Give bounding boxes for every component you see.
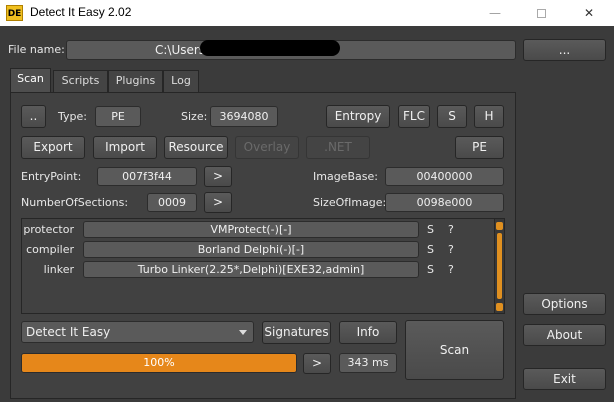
chevron-down-icon [239,330,247,335]
type-label: Type: [58,110,87,123]
result-signature-button[interactable]: S [427,263,434,276]
window-title: Detect It Easy 2.02 [30,5,132,19]
scan-button[interactable]: Scan [405,320,504,380]
browse-button[interactable]: ... [523,39,606,61]
maximize-icon[interactable] [518,0,564,26]
sections-label: NumberOfSections: [21,196,129,209]
resource-button[interactable]: Resource [164,136,228,159]
info-button[interactable]: Info [339,321,397,344]
tab-scan[interactable]: Scan [10,68,51,92]
options-button[interactable]: Options [523,293,606,315]
overlay-button[interactable]: Overlay [235,136,299,159]
pe-button[interactable]: PE [455,136,504,159]
result-info-button[interactable]: ? [448,263,454,276]
signatures-button[interactable]: Signatures [262,321,331,344]
tab-scripts[interactable]: Scripts [53,70,108,92]
title-bar: DE Detect It Easy 2.02 — ✕ [0,0,614,26]
scan-progress-bar: 100% [21,353,297,373]
imagebase-label: ImageBase: [313,170,378,183]
hex-button[interactable]: H [474,105,504,128]
entrypoint-field[interactable]: 007f3f44 [97,167,197,186]
app-logo-icon: DE [6,5,23,21]
result-type-linker: linker [43,263,74,276]
sizeofimage-label: SizeOfImage: [313,196,387,209]
result-signature-button[interactable]: S [427,243,434,256]
result-info-button[interactable]: ? [448,243,454,256]
strings-button[interactable]: S [437,105,467,128]
net-button[interactable]: .NET [306,136,370,159]
import-button[interactable]: Import [93,136,157,159]
next-button[interactable]: > [303,353,331,374]
parent-dir-button[interactable]: .. [21,105,46,128]
result-type-protector: protector [23,223,74,236]
size-label: Size: [181,110,208,123]
close-icon[interactable]: ✕ [566,0,612,26]
engine-select[interactable]: Detect It Easy [21,321,254,343]
redaction-mark [200,40,340,56]
result-info-button[interactable]: ? [448,223,454,236]
export-button[interactable]: Export [21,136,85,159]
type-field: PE [95,106,141,127]
result-signature-button[interactable]: S [427,223,434,236]
flc-button[interactable]: FLC [398,105,430,128]
scroll-down-icon[interactable] [496,303,503,311]
tab-log[interactable]: Log [163,70,199,92]
engine-select-value: Detect It Easy [26,325,111,339]
result-type-compiler: compiler [26,243,74,256]
progress-text: 100% [143,356,175,369]
result-value-protector[interactable]: VMProtect(-)[-] [83,221,419,238]
scan-time-field: 343 ms [339,353,397,373]
entrypoint-go-button[interactable]: > [204,166,232,187]
entrypoint-label: EntryPoint: [21,170,82,183]
scroll-up-icon[interactable] [496,222,503,230]
sections-go-button[interactable]: > [204,192,232,213]
tab-plugins[interactable]: Plugins [108,70,163,92]
about-button[interactable]: About [523,324,606,346]
exit-button[interactable]: Exit [523,368,606,390]
entropy-button[interactable]: Entropy [326,105,390,128]
result-value-compiler[interactable]: Borland Delphi(-)[-] [83,241,419,258]
size-field: 3694080 [210,106,278,127]
scroll-thumb[interactable] [497,233,502,299]
file-name-label: File name: [8,43,65,56]
sizeofimage-field[interactable]: 0098e000 [385,193,504,212]
results-scrollbar[interactable] [494,219,504,313]
sections-field[interactable]: 0009 [147,193,197,212]
result-value-linker[interactable]: Turbo Linker(2.25*,Delphi)[EXE32,admin] [83,261,419,278]
minimize-icon[interactable]: — [472,0,518,26]
imagebase-field[interactable]: 00400000 [385,167,504,186]
